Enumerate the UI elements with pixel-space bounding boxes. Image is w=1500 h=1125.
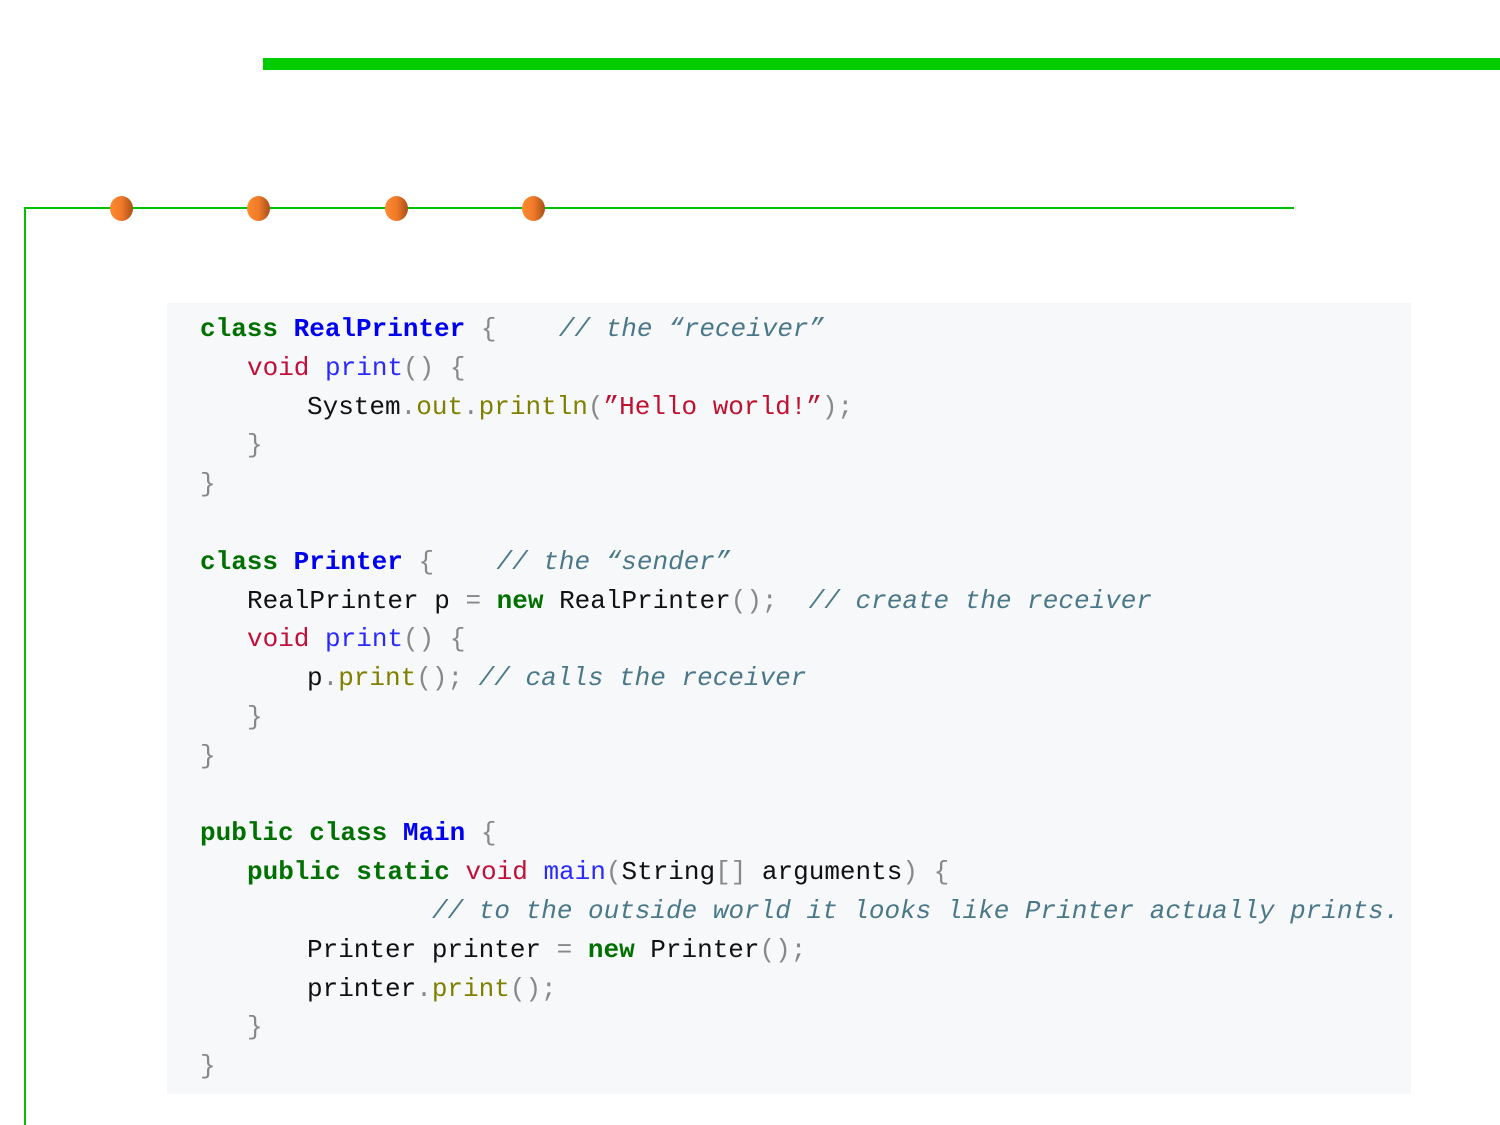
code-token-kw: class: [200, 314, 294, 344]
code-token-pun: () {: [403, 624, 466, 655]
code-token-pun: }: [247, 430, 263, 461]
code-line: }: [247, 698, 263, 737]
code-token-pun: (: [587, 391, 604, 422]
code-token-id: printer: [307, 973, 417, 1004]
code-token-kw: public static: [247, 857, 466, 888]
code-token-kw: class: [200, 546, 294, 577]
decorative-dot-icon: [385, 196, 408, 221]
code-token-fn: print: [325, 352, 404, 383]
code-line: class Printer { // the “sender”: [200, 543, 731, 582]
code-token-mem: print: [338, 663, 417, 694]
code-token-str: ”Hello world!”: [603, 391, 822, 422]
code-token-typ: void: [247, 624, 326, 655]
code-token-kw: public class: [200, 818, 403, 849]
code-token-pun: () {: [403, 352, 466, 383]
code-token-pun: .: [322, 663, 339, 694]
code-token-pun: {: [402, 546, 497, 577]
decorative-dot-icon: [247, 196, 270, 221]
title-accent-bar: [263, 58, 1500, 70]
code-token-id: Printer: [650, 934, 760, 965]
code-token-pun: }: [200, 740, 216, 771]
code-token-pun: .: [463, 391, 479, 422]
code-token-cls: Main: [402, 818, 466, 849]
code-token-typ: void: [247, 352, 326, 383]
code-token-cls: RealPrinter: [293, 314, 466, 344]
code-line: void print() {: [247, 349, 465, 388]
code-line: }: [200, 1047, 216, 1086]
code-line: public class Main {: [200, 814, 496, 853]
code-token-fn: print: [325, 624, 404, 655]
code-token-pun: (: [605, 857, 622, 888]
code-line: Printer printer = new Printer();: [307, 931, 806, 970]
code-token-pun: []: [715, 857, 762, 888]
code-token-pun: ();: [509, 973, 557, 1004]
code-token-pun: }: [247, 702, 263, 732]
code-line: p.print(); // calls the receiver: [307, 659, 806, 698]
code-token-cm: // calls the receiver: [478, 663, 807, 694]
code-token-mem: println: [478, 391, 588, 422]
decorative-dot-icon: [522, 196, 545, 221]
code-line: RealPrinter p = new RealPrinter(); // cr…: [247, 582, 1152, 621]
code-line: void print() {: [247, 620, 465, 659]
code-token-pun: {: [465, 314, 559, 344]
code-token-id: RealPrinter: [559, 585, 731, 616]
code-line: // to the outside world it looks like Pr…: [432, 892, 1399, 931]
code-line: System.out.println(”Hello world!”);: [307, 388, 853, 427]
code-block: class RealPrinter { // the “receiver” voi…: [167, 303, 1411, 1094]
code-token-kw: new: [587, 934, 651, 965]
code-token-pun: ();: [730, 585, 809, 616]
code-token-fn: main: [543, 857, 606, 888]
code-token-mem: print: [431, 973, 510, 1004]
code-token-pun: ) {: [902, 857, 950, 888]
code-token-id: arguments: [761, 857, 903, 888]
code-token-cls: Printer: [293, 546, 403, 577]
code-token-mem: out: [416, 391, 464, 422]
code-token-id: p: [307, 663, 323, 694]
left-border-line: [24, 207, 26, 1125]
code-line: }: [247, 1008, 263, 1047]
code-token-id: System: [307, 391, 401, 422]
code-line: printer.print();: [307, 970, 557, 1009]
code-token-pun: {: [465, 818, 497, 849]
code-token-pun: }: [200, 469, 216, 500]
code-token-pun: .: [400, 391, 417, 422]
code-token-id: Printer printer: [307, 934, 557, 965]
decorative-dot-icon: [110, 196, 133, 221]
code-token-cm: // create the receiver: [808, 585, 1152, 616]
code-line: }: [247, 426, 263, 465]
code-token-pun: );: [821, 391, 854, 422]
code-line: class RealPrinter { // the “receiver”: [200, 310, 824, 349]
code-token-pun: }: [247, 1012, 263, 1043]
code-token-cm: // the “receiver”: [558, 314, 825, 344]
code-token-pun: }: [200, 1051, 216, 1082]
code-token-pun: =: [556, 934, 588, 965]
code-line: public static void main(String[] argumen…: [247, 853, 949, 892]
code-line: }: [200, 465, 216, 504]
code-token-cm: // the “sender”: [496, 546, 731, 577]
code-token-id: RealPrinter p: [247, 585, 466, 616]
code-token-pun: ();: [416, 663, 479, 694]
code-token-kw: new: [496, 585, 560, 616]
code-line: }: [200, 737, 216, 776]
code-token-pun: =: [465, 585, 497, 616]
code-token-pun: ();: [759, 934, 807, 965]
header-divider-line: [24, 207, 1294, 209]
code-token-id: String: [621, 857, 716, 888]
code-token-pun: .: [416, 973, 432, 1004]
code-token-cm: // to the outside world it looks like Pr…: [432, 896, 1400, 926]
code-token-typ: void: [465, 857, 544, 888]
